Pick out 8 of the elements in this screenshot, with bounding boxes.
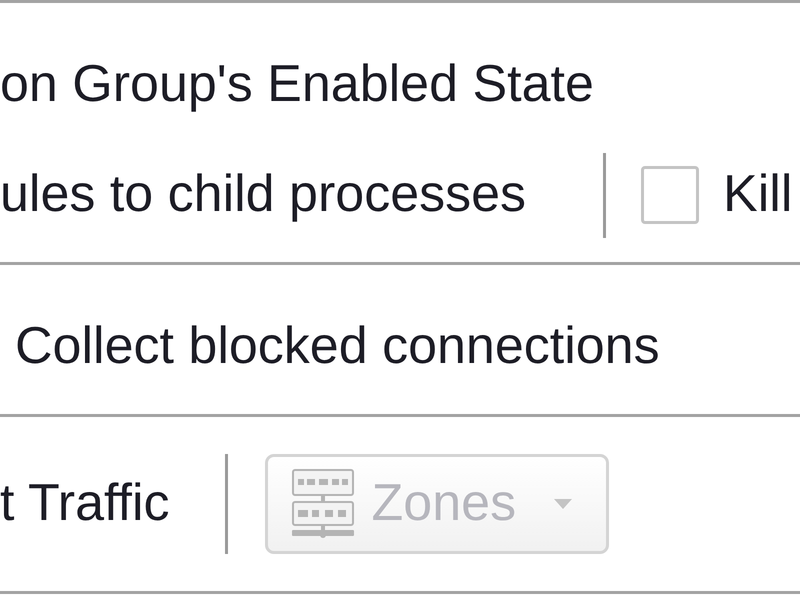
option-label: t Traffic bbox=[0, 474, 170, 534]
caret-icon bbox=[554, 499, 572, 509]
option-label: Collect blocked connections bbox=[15, 317, 660, 377]
checkbox-label[interactable]: Kill bbox=[723, 165, 792, 225]
option-label: ules to child processes bbox=[0, 165, 526, 225]
checkbox[interactable] bbox=[641, 166, 700, 224]
option-label: on Group's Enabled State bbox=[0, 55, 594, 115]
stacked-panels-icon bbox=[292, 469, 354, 539]
